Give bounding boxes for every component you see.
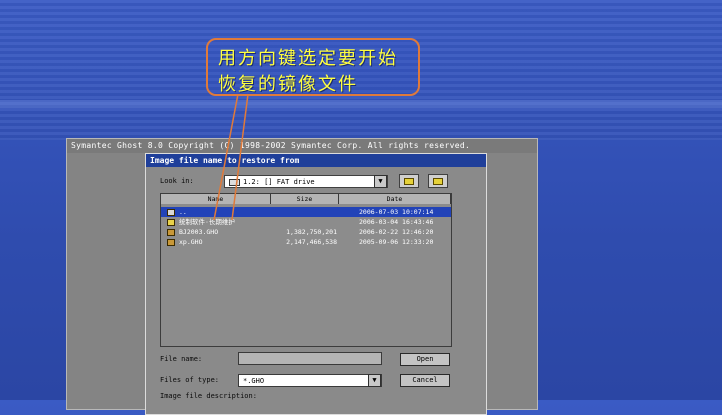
new-folder-icon — [433, 178, 443, 185]
ghost-window-title: Symantec Ghost 8.0 Copyright (C) 1998-20… — [67, 139, 537, 153]
folder-up-icon — [404, 178, 414, 185]
file-list-header: Name Size Date — [161, 194, 451, 204]
file-row-size: 1,382,750,201 — [286, 228, 337, 236]
restore-image-dialog: Image file name to restore from Look in:… — [145, 153, 487, 415]
file-row[interactable]: .. 2006-07-03 10:07:14 — [161, 207, 451, 217]
column-header-size[interactable]: Size — [271, 194, 339, 204]
up-one-level-button[interactable] — [399, 174, 419, 188]
background-band — [0, 100, 722, 108]
file-list[interactable]: Name Size Date .. 2006-07-03 10:07:14 统制… — [160, 193, 452, 347]
file-row[interactable]: 统制软件·长期维护 2006-03-04 16:43:46 — [161, 217, 451, 227]
file-row-name: BJ2003.GHO — [179, 228, 219, 236]
file-row-date: 2005-09-06 12:33:20 — [359, 238, 434, 246]
open-button[interactable]: Open — [400, 353, 450, 366]
file-row-name: 统制软件·长期维护 — [179, 218, 235, 226]
file-row-date: 2006-02-22 12:46:20 — [359, 228, 434, 236]
ghost-file-icon — [167, 229, 175, 236]
file-row[interactable]: BJ2003.GHO 1,382,750,201 2006-02-22 12:4… — [161, 227, 451, 237]
dialog-title: Image file name to restore from — [146, 154, 486, 167]
drive-icon — [229, 178, 240, 186]
file-name-label: File name: — [160, 355, 203, 363]
files-of-type-dropdown-button[interactable]: ▼ — [368, 374, 381, 387]
image-description-label: Image file description: — [160, 392, 257, 400]
look-in-dropdown-button[interactable]: ▼ — [374, 175, 387, 188]
look-in-value: 1.2: [] FAT drive — [243, 178, 315, 186]
file-row-name: .. — [179, 208, 187, 216]
file-row-name: xp.GHO — [179, 238, 203, 246]
look-in-label: Look in: — [160, 177, 194, 185]
column-header-date[interactable]: Date — [339, 194, 451, 204]
file-row-date: 2006-03-04 16:43:46 — [359, 218, 434, 226]
column-header-name[interactable]: Name — [161, 194, 271, 204]
ghost-file-icon — [167, 239, 175, 246]
look-in-select[interactable]: 1.2: [] FAT drive — [224, 175, 388, 188]
file-row[interactable]: xp.GHO 2,147,466,538 2005-09-06 12:33:20 — [161, 237, 451, 247]
file-row-size: 2,147,466,538 — [286, 238, 337, 246]
annotation-callout: 用方向键选定要开始 恢复的镜像文件 — [206, 38, 420, 96]
new-folder-button[interactable] — [428, 174, 448, 188]
annotation-line-2: 恢复的镜像文件 — [218, 74, 358, 95]
file-row-date: 2006-07-03 10:07:14 — [359, 208, 434, 216]
files-of-type-label: Files of type: — [160, 376, 220, 384]
cancel-button[interactable]: Cancel — [400, 374, 450, 387]
parent-folder-icon — [167, 209, 175, 216]
annotation-line-1: 用方向键选定要开始 — [218, 48, 398, 69]
folder-icon — [167, 219, 175, 226]
file-name-input[interactable] — [238, 352, 382, 365]
files-of-type-select[interactable]: *.GHO — [238, 374, 382, 387]
